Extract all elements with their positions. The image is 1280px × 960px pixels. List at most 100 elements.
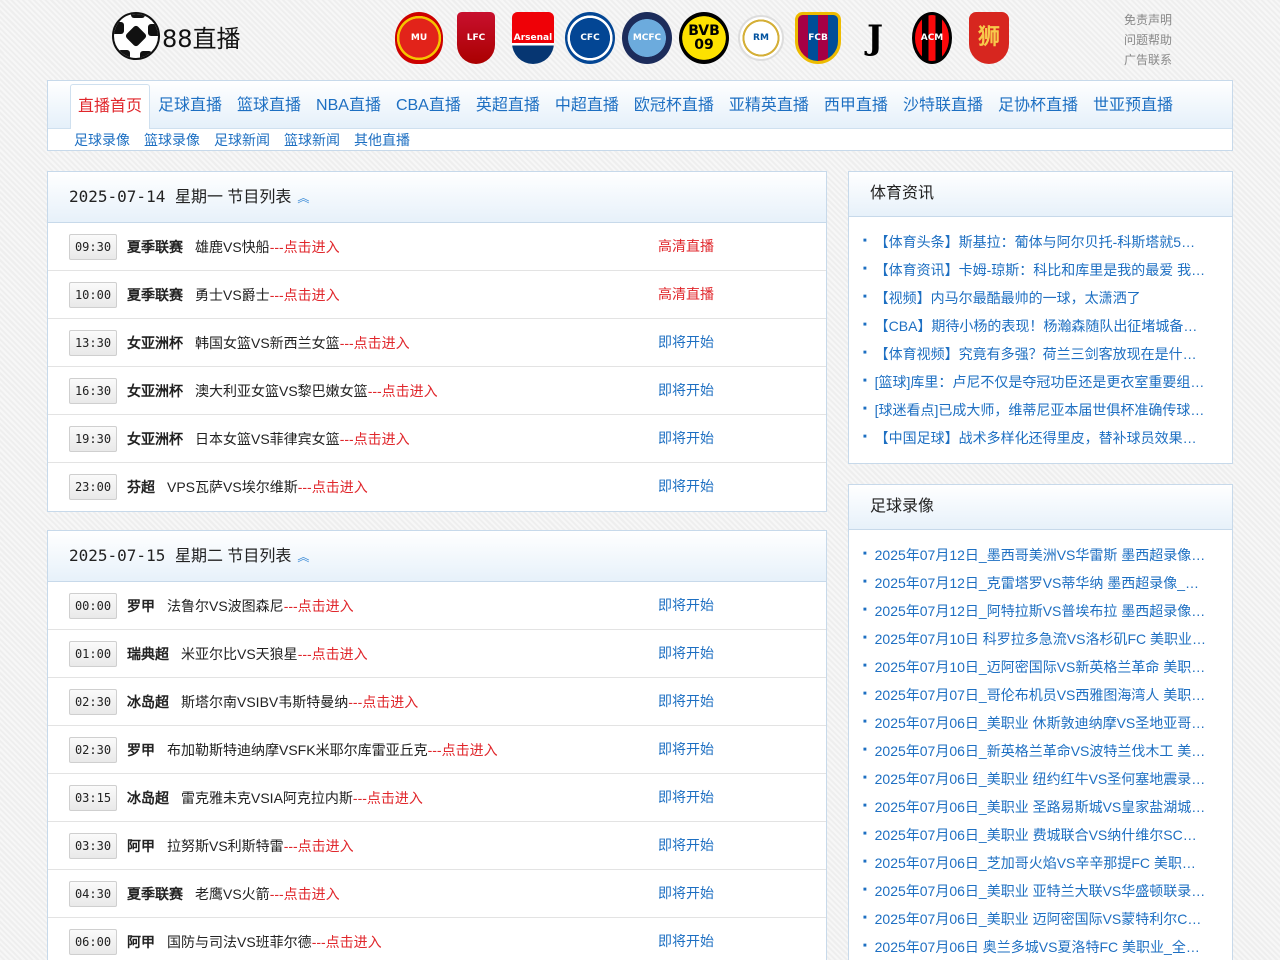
team-badge[interactable]: LFC — [451, 10, 501, 66]
match-status[interactable]: 即将开始 — [658, 582, 714, 628]
collapse-arrow-icon[interactable]: ︽ — [297, 191, 309, 205]
collapse-arrow-icon[interactable]: ︽ — [297, 550, 309, 564]
enter-link[interactable]: ---点击进入 — [340, 431, 410, 447]
news-item[interactable]: [篮球]库里：卢尼不仅是夺冠功臣还是更衣室重要组… — [863, 368, 1209, 396]
video-item[interactable]: 2025年07月06日_美职业 圣路易斯城VS皇家盐湖城… — [863, 793, 1209, 821]
nav-item-4[interactable]: CBA直播 — [389, 84, 468, 128]
video-item[interactable]: 2025年07月06日_美职业 休斯敦迪纳摩VS圣地亚哥… — [863, 709, 1209, 737]
match-link[interactable]: 勇士VS爵士---点击进入 — [195, 271, 340, 319]
disclaimer-link[interactable]: 免责声明 — [1124, 10, 1172, 30]
match-status[interactable]: 即将开始 — [658, 726, 714, 772]
team-badge[interactable]: Arsenal — [508, 10, 558, 66]
match-link[interactable]: 法鲁尔VS波图森尼---点击进入 — [167, 582, 354, 630]
enter-link[interactable]: ---点击进入 — [368, 383, 438, 399]
team-badge[interactable]: MCFC — [622, 10, 672, 66]
match-status[interactable]: 即将开始 — [658, 463, 714, 509]
nav-item-7[interactable]: 欧冠杯直播 — [627, 84, 721, 128]
subnav-item-2[interactable]: 足球新闻 — [214, 130, 270, 150]
nav-item-6[interactable]: 中超直播 — [548, 84, 626, 128]
match-link[interactable]: 国防与司法VS班菲尔德---点击进入 — [167, 918, 382, 960]
video-item[interactable]: 2025年07月12日_克雷塔罗VS蒂华纳 墨西超录像_… — [863, 569, 1209, 597]
match-status[interactable]: 即将开始 — [658, 822, 714, 868]
enter-link[interactable]: ---点击进入 — [270, 886, 340, 902]
video-item[interactable]: 2025年07月06日 奥兰多城VS夏洛特FC 美职业_全… — [863, 933, 1209, 960]
help-link[interactable]: 问题帮助 — [1124, 30, 1172, 50]
match-link[interactable]: 拉努斯VS利斯特雷---点击进入 — [167, 822, 354, 870]
enter-link[interactable]: ---点击进入 — [428, 742, 498, 758]
enter-link[interactable]: ---点击进入 — [284, 838, 354, 854]
match-link[interactable]: 米亚尔比VS天狼星---点击进入 — [181, 630, 368, 678]
video-item[interactable]: 2025年07月06日_芝加哥火焰VS辛辛那提FC 美职… — [863, 849, 1209, 877]
news-item[interactable]: 【中国足球】战术多样化还得里皮，替补球员效果… — [863, 424, 1209, 452]
nav-item-5[interactable]: 英超直播 — [469, 84, 547, 128]
video-item[interactable]: 2025年07月06日_美职业 亚特兰大联VS华盛顿联录… — [863, 877, 1209, 905]
match-status[interactable]: 即将开始 — [658, 367, 714, 413]
nav-item-8[interactable]: 亚精英直播 — [722, 84, 816, 128]
video-item[interactable]: 2025年07月06日_美职业 迈阿密国际VS蒙特利尔C… — [863, 905, 1209, 933]
video-item[interactable]: 2025年07月06日_美职业 费城联合VS纳什维尔SC… — [863, 821, 1209, 849]
team-badge[interactable]: ACM — [907, 10, 957, 66]
match-link[interactable]: 雄鹿VS快船---点击进入 — [195, 223, 340, 271]
subnav-item-4[interactable]: 其他直播 — [354, 130, 410, 150]
nav-item-9[interactable]: 西甲直播 — [817, 84, 895, 128]
enter-link[interactable]: ---点击进入 — [312, 934, 382, 950]
match-status[interactable]: 即将开始 — [658, 415, 714, 461]
enter-link[interactable]: ---点击进入 — [348, 694, 418, 710]
nav-item-10[interactable]: 沙特联直播 — [896, 84, 990, 128]
team-badge[interactable]: CFC — [565, 10, 615, 66]
team-badge[interactable]: 狮 — [964, 10, 1014, 66]
match-link[interactable]: 斯塔尔南VSIBV韦斯特曼纳---点击进入 — [181, 678, 418, 726]
subnav-item-0[interactable]: 足球录像 — [74, 130, 130, 150]
enter-link[interactable]: ---点击进入 — [340, 335, 410, 351]
news-item[interactable]: 【体育资讯】卡姆-琼斯：科比和库里是我的最爱 我… — [863, 256, 1209, 284]
nav-item-1[interactable]: 足球直播 — [151, 84, 229, 128]
video-item[interactable]: 2025年07月10日_迈阿密国际VS新英格兰革命 美职… — [863, 653, 1209, 681]
enter-link[interactable]: ---点击进入 — [298, 646, 368, 662]
news-item[interactable]: 【CBA】期待小杨的表现！杨瀚森随队出征堵城备… — [863, 312, 1209, 340]
match-link[interactable]: 日本女篮VS菲律宾女篮---点击进入 — [195, 415, 410, 463]
nav-item-0[interactable]: 直播首页 — [70, 84, 151, 129]
video-item[interactable]: 2025年07月07日_哥伦布机员VS西雅图海湾人 美职… — [863, 681, 1209, 709]
news-item[interactable]: 【体育头条】斯基拉：葡体与阿尔贝托-科斯塔就5… — [863, 228, 1209, 256]
team-badge[interactable]: FCB — [793, 10, 843, 66]
match-status[interactable]: 高清直播 — [658, 223, 714, 269]
team-badge[interactable]: J — [850, 10, 900, 66]
match-link[interactable]: VPS瓦萨VS埃尔维斯---点击进入 — [167, 463, 368, 511]
enter-link[interactable]: ---点击进入 — [298, 479, 368, 495]
match-link[interactable]: 老鹰VS火箭---点击进入 — [195, 870, 340, 918]
enter-link[interactable]: ---点击进入 — [284, 598, 354, 614]
match-status[interactable]: 即将开始 — [658, 870, 714, 916]
schedule-date-header[interactable]: 2025-07-15 星期二 节目列表 ︽ — [48, 531, 826, 582]
nav-item-2[interactable]: 篮球直播 — [230, 84, 308, 128]
video-item[interactable]: 2025年07月12日_阿特拉斯VS普埃布拉 墨西超录像… — [863, 597, 1209, 625]
video-item[interactable]: 2025年07月06日_美职业 纽约红牛VS圣何塞地震录… — [863, 765, 1209, 793]
match-link[interactable]: 韩国女篮VS新西兰女篮---点击进入 — [195, 319, 410, 367]
schedule-date-header[interactable]: 2025-07-14 星期一 节目列表 ︽ — [48, 172, 826, 223]
match-status[interactable]: 即将开始 — [658, 678, 714, 724]
nav-item-11[interactable]: 足协杯直播 — [991, 84, 1085, 128]
nav-item-12[interactable]: 世亚预直播 — [1086, 84, 1180, 128]
video-item[interactable]: 2025年07月12日_墨西哥美洲VS华雷斯 墨西超录像… — [863, 541, 1209, 569]
video-item[interactable]: 2025年07月06日_新英格兰革命VS波特兰伐木工 美… — [863, 737, 1209, 765]
subnav-item-3[interactable]: 篮球新闻 — [284, 130, 340, 150]
news-item[interactable]: [球迷看点]已成大师，维蒂尼亚本届世俱杯准确传球… — [863, 396, 1209, 424]
team-badge[interactable]: RM — [736, 10, 786, 66]
match-status[interactable]: 即将开始 — [658, 630, 714, 676]
team-badge[interactable]: MU — [394, 10, 444, 66]
match-link[interactable]: 雷克雅未克VSIA阿克拉内斯---点击进入 — [181, 774, 423, 822]
ad-contact-link[interactable]: 广告联系 — [1124, 50, 1172, 70]
news-item[interactable]: 【视频】内马尔最酷最帅的一球，太潇洒了 — [863, 284, 1209, 312]
enter-link[interactable]: ---点击进入 — [270, 287, 340, 303]
subnav-item-1[interactable]: 篮球录像 — [144, 130, 200, 150]
news-item[interactable]: 【体育视频】究竟有多强？荷兰三剑客放现在是什… — [863, 340, 1209, 368]
enter-link[interactable]: ---点击进入 — [270, 239, 340, 255]
enter-link[interactable]: ---点击进入 — [353, 790, 423, 806]
match-link[interactable]: 澳大利亚女篮VS黎巴嫩女篮---点击进入 — [195, 367, 438, 415]
match-status[interactable]: 即将开始 — [658, 774, 714, 820]
nav-item-3[interactable]: NBA直播 — [309, 84, 388, 128]
site-logo[interactable]: 88直播 — [112, 12, 241, 60]
match-link[interactable]: 布加勒斯特迪纳摩VSFK米耶尔库雷亚丘克---点击进入 — [167, 726, 498, 774]
match-status[interactable]: 即将开始 — [658, 918, 714, 960]
team-badge[interactable]: BVB 09 — [679, 10, 729, 66]
match-status[interactable]: 即将开始 — [658, 319, 714, 365]
